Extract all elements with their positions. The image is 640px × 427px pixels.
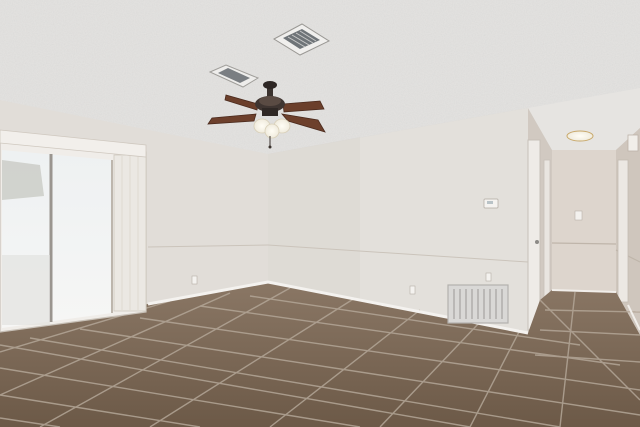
- room-illustration: [0, 0, 640, 427]
- room-photo: [0, 0, 640, 427]
- wall-fixture: [627, 134, 639, 152]
- wall-outlet: [191, 275, 198, 285]
- hallway-end-wall: [552, 150, 616, 292]
- door-knob: [535, 240, 539, 244]
- hall-door-frame-right: [617, 159, 629, 303]
- light-switch: [574, 210, 583, 221]
- wall-outlet: [485, 272, 492, 282]
- hall-door-frame-left: [527, 139, 541, 331]
- fan-light: [264, 123, 280, 139]
- floor-vent: [447, 284, 509, 324]
- hall-ceiling-light: [566, 130, 594, 142]
- wall-outlet: [409, 285, 416, 295]
